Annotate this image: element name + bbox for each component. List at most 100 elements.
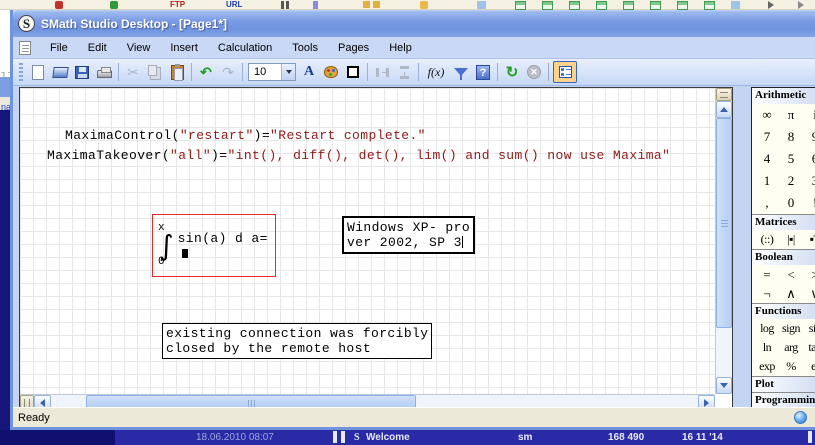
panel-header-programming[interactable]: Programming [752,392,815,408]
reference-button[interactable]: ? [473,62,493,82]
menu-calculation[interactable]: Calculation [208,39,282,57]
palette-key-tan[interactable]: tan [803,338,815,357]
palette-key-infinity[interactable]: ∞ [755,104,779,126]
new-button[interactable] [28,62,48,82]
print-button[interactable] [94,62,114,82]
background-window-icon [542,1,553,10]
palette-key-or[interactable]: ∨ [803,284,815,303]
text-region-connection[interactable]: existing connection was forcibly closed … [162,323,432,359]
text-line: existing connection was forcibly [166,326,428,341]
palette-key-5[interactable]: 5 [779,148,803,170]
font-size-dropdown-button[interactable] [281,64,295,80]
palette-key-2[interactable]: 2 [779,170,803,192]
panel-header-arithmetic[interactable]: Arithmetic [752,88,815,104]
palette-key-greater[interactable]: > [803,265,815,284]
placeholder-square[interactable] [182,249,188,258]
scroll-up-button[interactable] [716,101,732,118]
palette-key-less[interactable]: < [779,265,803,284]
palette-key-factorial[interactable]: ! [803,192,815,214]
palette-key-el[interactable]: el [803,357,815,376]
palette-key-3[interactable]: 3 [803,170,815,192]
align-vertical-button[interactable] [394,62,414,82]
document-icon[interactable] [19,41,31,55]
integrand-text: sin(a) d a [178,231,260,246]
paste-button[interactable] [167,62,187,82]
palette-key-ln[interactable]: ln [755,338,779,357]
integral-expression[interactable]: x ∫ 0 sin(a) d a= [152,214,276,277]
expression-maxima-control[interactable]: MaximaControl("restart")="Restart comple… [65,128,426,143]
font-size-combobox[interactable]: 10 [248,63,296,81]
palette-key-log[interactable]: log [755,319,779,338]
palette-key-not[interactable]: ¬ [755,284,779,303]
menu-file[interactable]: File [40,39,78,57]
palette-key-determinant[interactable]: |▪| [779,230,803,249]
interrupt-button[interactable]: ✕ [524,62,544,82]
palette-key-exp[interactable]: exp [755,357,779,376]
undo-button[interactable]: ↶ [196,62,216,82]
menu-tools[interactable]: Tools [282,39,328,57]
palette-key-matrix[interactable]: (::) [755,230,779,249]
vertical-scroll-thumb[interactable] [716,118,732,328]
panel-header-boolean[interactable]: Boolean [752,249,815,265]
arrow-up-icon [720,107,728,112]
palette-key-percent[interactable]: % [779,357,803,376]
palette-key-9[interactable]: 9 [803,126,815,148]
printer-icon [97,70,112,78]
panel-header-functions[interactable]: Functions [752,303,815,319]
font-color-button[interactable]: A [299,62,319,82]
menu-insert[interactable]: Insert [160,39,208,57]
menu-edit[interactable]: Edit [78,39,117,57]
cut-button[interactable]: ✂ [123,62,143,82]
scroll-down-button[interactable] [716,377,732,394]
palette-key-8[interactable]: 8 [779,126,803,148]
panel-header-plot[interactable]: Plot [752,376,815,392]
background-date-item: 16 11 '14 [682,432,723,443]
palette-key-transpose[interactable]: ▪T [803,230,815,249]
palette-key-pi[interactable]: π [779,104,803,126]
align-horizontal-button[interactable] [372,62,392,82]
menu-pages[interactable]: Pages [328,39,379,57]
palette-key-and[interactable]: ∧ [779,284,803,303]
toolbar-separator [548,63,549,81]
palette-key-7[interactable]: 7 [755,126,779,148]
background-color-button[interactable] [321,62,341,82]
recalculate-button[interactable]: ↻ [502,62,522,82]
palette-key-4[interactable]: 4 [755,148,779,170]
palette-key-comma[interactable]: , [755,192,779,214]
background-folder-icons [363,1,370,8]
lower-bound: 0 [158,257,165,268]
palette-key-1[interactable]: 1 [755,170,779,192]
palette-key-i[interactable]: i [803,104,815,126]
palette-key-sin[interactable]: sin [803,319,815,338]
palette-key-arg[interactable]: arg [779,338,803,357]
palette-key-0[interactable]: 0 [779,192,803,214]
window-title: SMath Studio Desktop - [Page1*] [41,17,227,31]
background-bottom-left-segment [0,430,115,445]
text-line: closed by the remote host [166,341,428,356]
redo-button[interactable]: ↷ [218,62,238,82]
title-bar[interactable]: S SMath Studio Desktop - [Page1*] [13,10,815,37]
insert-function-button[interactable]: f(x) [423,62,449,82]
palette-key-sign[interactable]: sign [779,319,803,338]
vertical-splitter-button[interactable] [716,88,732,101]
toolbar-grip[interactable] [19,63,23,81]
background-blue-icon [731,1,740,9]
side-panel-toggle-button[interactable] [553,61,577,83]
background-welcome-item[interactable]: Welcome [366,432,410,443]
border-button[interactable] [343,62,363,82]
background-views-count: 168 490 [608,432,644,443]
menu-help[interactable]: Help [379,39,422,57]
text-region-windows-xp[interactable]: Windows XP- pro ver 2002, SP 3 [342,216,475,254]
palette-key-equals[interactable]: = [755,265,779,284]
filter-button[interactable] [451,62,471,82]
worksheet-canvas[interactable]: MaximaControl("restart")="Restart comple… [20,88,715,394]
expression-maxima-takeover[interactable]: MaximaTakeover("all")="int(), diff(), de… [47,148,670,163]
vertical-scrollbar[interactable] [715,88,732,394]
menu-view[interactable]: View [117,39,161,57]
save-button[interactable] [72,62,92,82]
copy-button[interactable] [145,62,165,82]
panel-header-matrices[interactable]: Matrices [752,214,815,230]
palette-key-6[interactable]: 6 [803,148,815,170]
open-button[interactable] [50,62,70,82]
text-line-content: ver 2002, SP 3 [347,235,462,250]
